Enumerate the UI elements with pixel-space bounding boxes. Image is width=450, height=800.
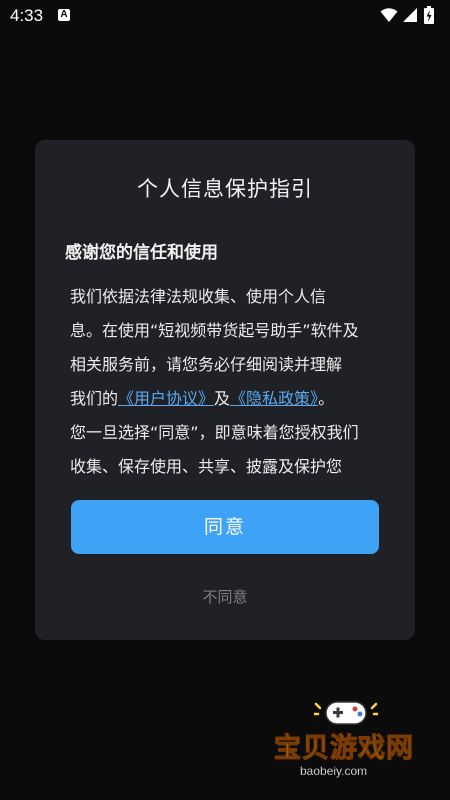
dialog-body-scroll[interactable]: 我们依据法律法规收集、使用个人信 息。在使用“短视频带货起号助手”软件及 相关服… — [70, 280, 390, 478]
battery-charging-icon — [424, 6, 434, 24]
watermark-logo: 宝贝游戏网 baobeiy.com — [270, 698, 440, 788]
dialog-subtitle: 感谢您的信任和使用 — [65, 243, 218, 263]
body-text: 我们的 — [70, 389, 119, 408]
gamepad-icon — [314, 701, 378, 725]
wifi-icon — [380, 8, 398, 22]
body-text: 。 — [318, 389, 335, 408]
body-line: 收集、保存使用、共享、披露及保护您 — [70, 457, 343, 476]
body-line-links: 我们的《用户协议》及《隐私政策》。 — [70, 382, 390, 416]
body-line: 您一旦选择“同意”，即意味着您授权我们 — [70, 423, 359, 442]
disagree-button[interactable]: 不同意 — [35, 586, 415, 607]
signal-icon — [403, 8, 417, 22]
status-icons — [380, 6, 440, 25]
body-line: 我们依据法律法规收集、使用个人信 — [70, 287, 327, 306]
status-time: 4:33 — [10, 6, 44, 25]
dialog-title: 个人信息保护指引 — [137, 177, 313, 201]
user-agreement-link[interactable]: 《用户协议》 — [118, 389, 214, 408]
status-bar: 4:33 A — [0, 0, 450, 32]
watermark-url: baobeiy.com — [300, 764, 368, 778]
watermark-logo-text: 宝贝游戏网 — [274, 733, 414, 765]
privacy-policy-link[interactable]: 《隐私政策》 — [230, 389, 318, 408]
agree-button[interactable]: 同意 — [71, 500, 379, 554]
privacy-dialog: 个人信息保护指引 感谢您的信任和使用 我们依据法律法规收集、使用个人信 息。在使… — [35, 140, 415, 640]
body-line: 息。在使用“短视频带货起号助手”软件及 — [70, 321, 359, 340]
body-text: 及 — [214, 389, 231, 408]
a-badge-icon: A — [58, 9, 70, 21]
body-line: 相关服务前，请您务必仔细阅读并理解 — [70, 355, 343, 374]
